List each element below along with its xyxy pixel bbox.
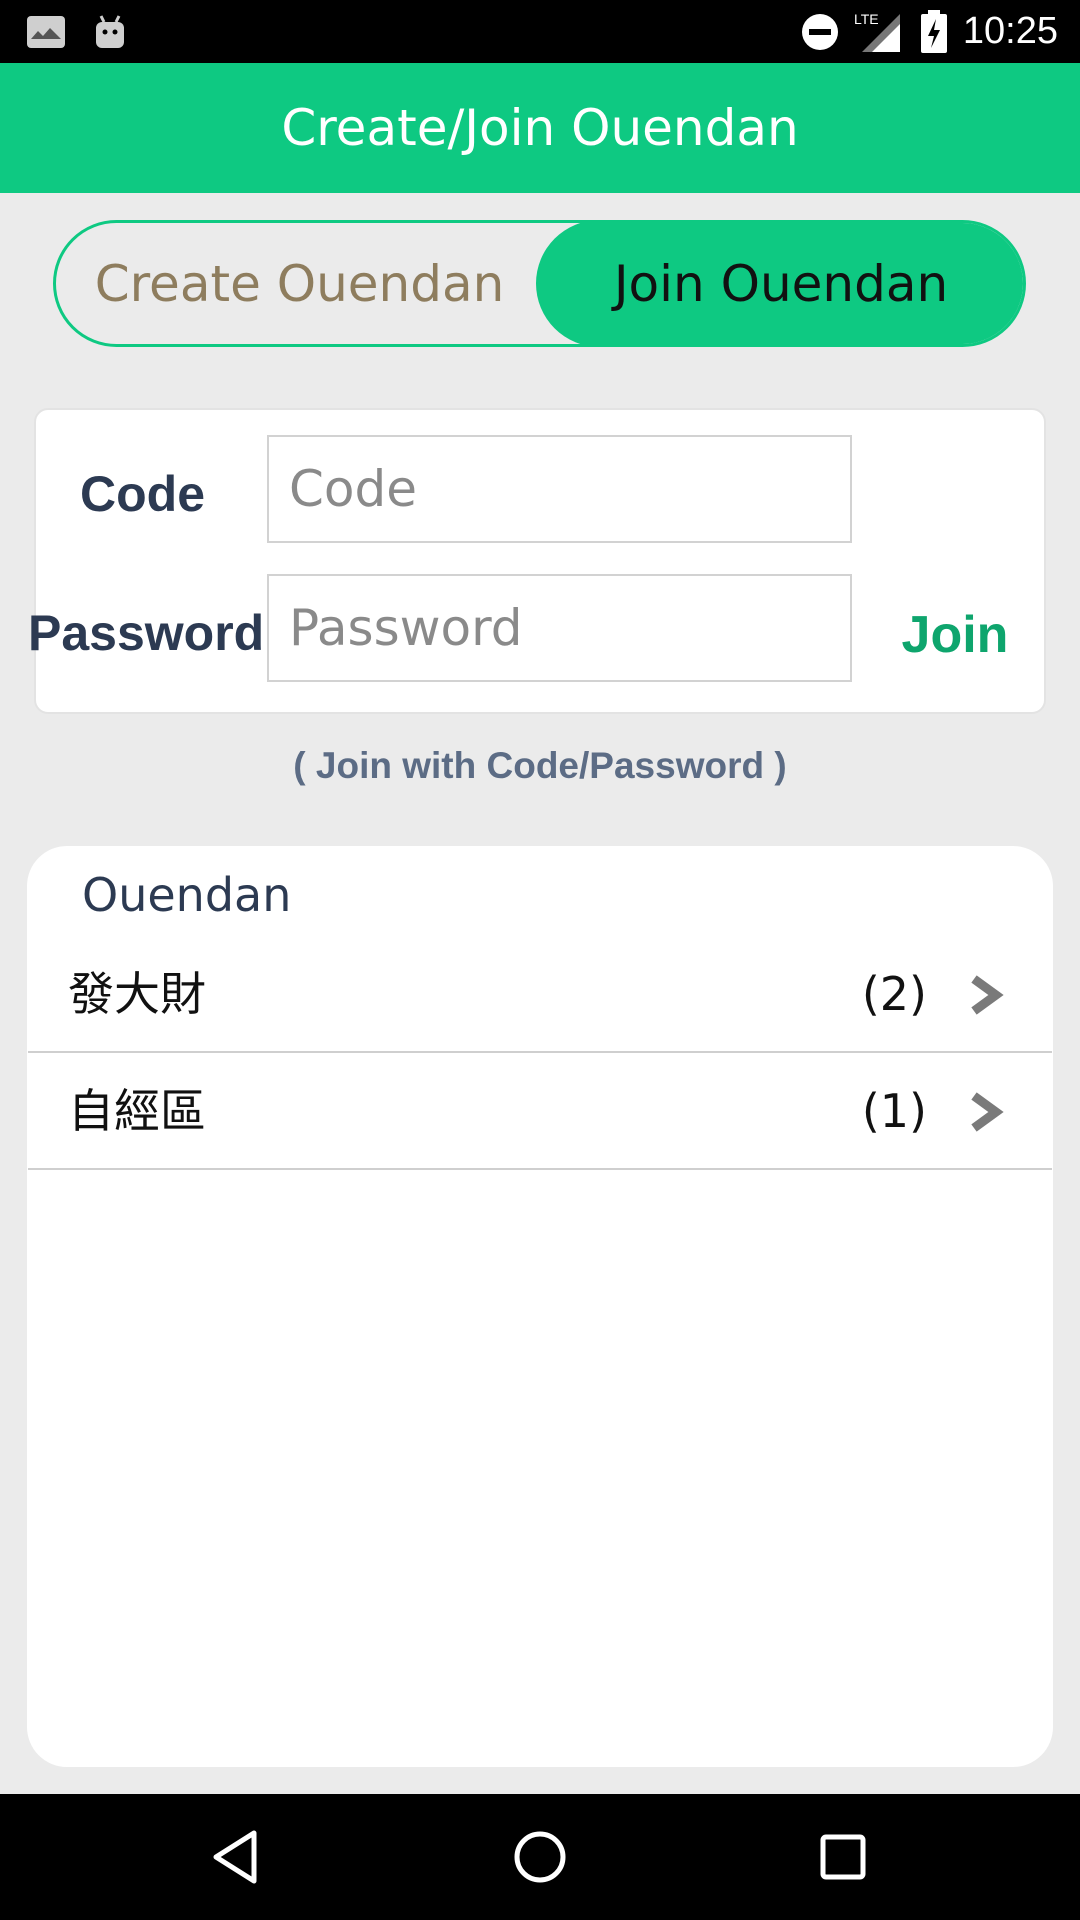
code-label: Code xyxy=(80,466,205,522)
system-nav-bar xyxy=(0,1794,1080,1920)
lte-signal-icon: LTE xyxy=(854,0,902,63)
list-item-name: 發大財 xyxy=(68,967,206,1021)
home-icon[interactable] xyxy=(510,1827,570,1887)
chevron-right-icon xyxy=(971,1092,1004,1132)
join-hint: ( Join with Code/Password ) xyxy=(293,745,787,786)
recents-icon[interactable] xyxy=(813,1827,873,1887)
tab-create-ouendan[interactable]: Create Ouendan xyxy=(56,223,543,344)
photos-icon xyxy=(26,0,66,63)
list-header: Ouendan xyxy=(82,868,292,922)
page-title: Create/Join Ouendan xyxy=(281,99,799,157)
tab-join-ouendan[interactable]: Join Ouendan xyxy=(536,223,1023,344)
status-time: 10:25 xyxy=(962,10,1058,52)
list-item-count: (1) xyxy=(861,1084,927,1138)
list-item[interactable]: 發大財 (2) xyxy=(28,937,1052,1053)
status-bar: LTE 10:25 xyxy=(0,0,1080,63)
list-item-count: (2) xyxy=(861,967,927,1021)
password-label: Password xyxy=(28,605,265,661)
password-input[interactable] xyxy=(267,574,852,682)
back-icon[interactable] xyxy=(206,1827,266,1887)
join-button[interactable]: Join xyxy=(880,600,1030,670)
list-item[interactable]: 自經區 (1) xyxy=(28,1054,1052,1170)
mode-segmented-control: Create Ouendan Join Ouendan xyxy=(53,220,1026,347)
android-icon xyxy=(94,0,126,63)
lte-label: LTE xyxy=(854,11,879,27)
do-not-disturb-icon xyxy=(800,0,840,63)
battery-charging-icon xyxy=(920,0,948,63)
app-bar: Create/Join Ouendan xyxy=(0,63,1080,193)
code-input[interactable] xyxy=(267,435,852,543)
list-item-name: 自經區 xyxy=(68,1084,206,1138)
chevron-right-icon xyxy=(971,975,1004,1015)
